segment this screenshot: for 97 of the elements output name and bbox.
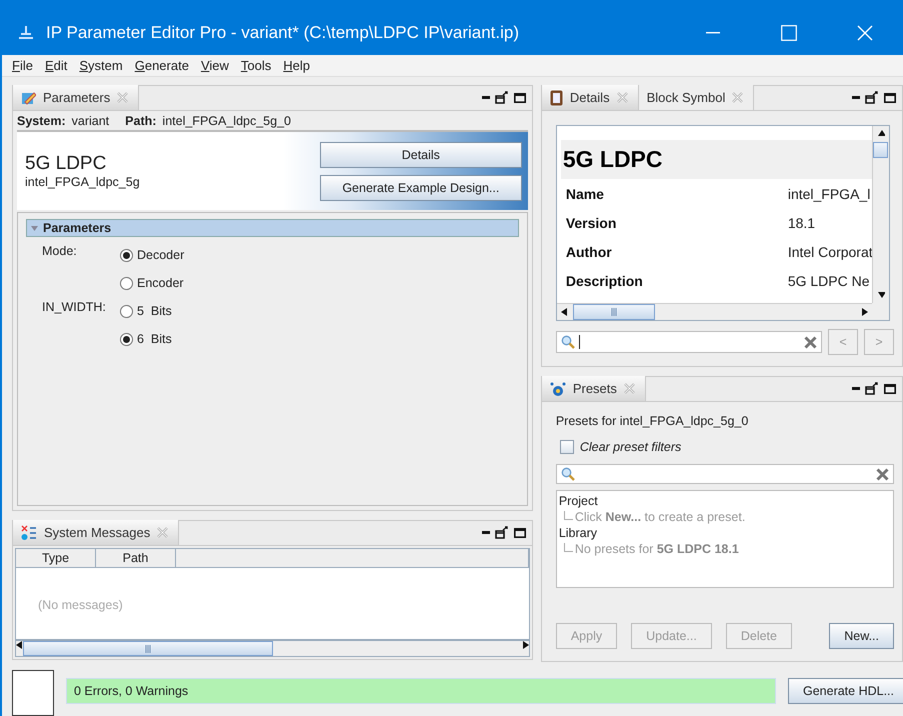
- header-button[interactable]: Details: [320, 142, 522, 168]
- menu-item[interactable]: Help: [283, 58, 310, 73]
- component-title: 5G LDPC: [25, 153, 108, 175]
- radio-option[interactable]: Decoder: [120, 241, 519, 269]
- maximize-icon[interactable]: [884, 384, 896, 394]
- vertical-scrollbar[interactable]: [872, 126, 889, 303]
- property-label: Version: [566, 214, 618, 230]
- status-text: 0 Errors, 0 Warnings: [66, 678, 776, 704]
- panel-tab[interactable]: System Messages: [13, 520, 180, 545]
- radio-button[interactable]: [120, 332, 133, 346]
- scroll-left-arrow[interactable]: [16, 641, 23, 649]
- grip-icon: [145, 644, 151, 652]
- search-field[interactable]: [556, 464, 894, 484]
- scroll-thumb[interactable]: [873, 142, 888, 158]
- header-button[interactable]: Generate Example Design...: [320, 174, 522, 200]
- pencil-icon: [21, 90, 36, 105]
- tree-connector: [562, 543, 573, 553]
- maximize-icon[interactable]: [514, 528, 526, 538]
- parameter-label: Mode:: [42, 243, 78, 260]
- checkbox[interactable]: [560, 440, 574, 454]
- property-value: 18.1: [788, 214, 816, 230]
- path-value: intel_FPGA_ldpc_5g_0: [162, 114, 291, 128]
- tree-item: Click New... to create a preset.: [574, 510, 746, 524]
- system-name: variant: [72, 114, 110, 128]
- preset-icon: [550, 380, 566, 396]
- panel-tab[interactable]: Details: [542, 85, 639, 110]
- message-list-icon: [21, 524, 37, 540]
- radio-button[interactable]: [120, 248, 133, 262]
- search-icon: [560, 335, 575, 349]
- menu-item[interactable]: Edit: [44, 58, 68, 73]
- radio-button[interactable]: [120, 276, 133, 290]
- system-label: System:: [17, 114, 66, 128]
- radio-option[interactable]: 5 Bits: [120, 297, 519, 325]
- close-icon[interactable]: [732, 92, 744, 103]
- float-icon[interactable]: [494, 91, 509, 104]
- scroll-down-arrow[interactable]: [878, 291, 884, 299]
- tree-item[interactable]: Library: [558, 525, 891, 541]
- scroll-up-arrow[interactable]: [878, 130, 884, 138]
- menu-item[interactable]: Generate: [134, 58, 189, 73]
- clear-icon[interactable]: [804, 336, 817, 348]
- panel-tab[interactable]: Presets: [542, 376, 646, 401]
- menu-item[interactable]: File: [12, 58, 33, 73]
- app-icon: [18, 26, 34, 40]
- property-label: Author: [566, 244, 613, 260]
- minimize-icon[interactable]: [482, 531, 490, 534]
- group-header[interactable]: Parameters: [26, 219, 519, 237]
- parameter-label: IN_WIDTH:: [42, 299, 107, 316]
- property-value: intel_FPGA_l: [788, 186, 872, 202]
- tree-item[interactable]: Project: [558, 493, 891, 509]
- close-icon[interactable]: [624, 383, 635, 394]
- property-label: Description: [566, 272, 644, 288]
- column-header[interactable]: Type: [16, 549, 96, 567]
- path-label: Path:: [125, 114, 156, 128]
- panel-tab[interactable]: Block Symbol: [638, 85, 754, 110]
- document-icon: [550, 90, 563, 106]
- preset-button[interactable]: New...: [829, 623, 894, 649]
- horizontal-scrollbar[interactable]: [15, 640, 530, 657]
- empty-message: (No messages): [38, 598, 123, 612]
- filter-checkbox[interactable]: Clear preset filters: [560, 440, 894, 454]
- close-icon[interactable]: [157, 527, 168, 538]
- horizontal-scrollbar[interactable]: [556, 303, 872, 320]
- grip-icon: [610, 308, 617, 316]
- scroll-left-arrow[interactable]: [561, 308, 568, 316]
- menu-item[interactable]: Tools: [240, 58, 272, 73]
- float-icon[interactable]: [494, 526, 509, 539]
- panel-tab[interactable]: Parameters: [13, 85, 140, 110]
- window-title: IP Parameter Editor Pro - variant* (C:\temp\LDPC IP\variant.ip): [46, 22, 520, 42]
- clear-icon[interactable]: [876, 468, 889, 480]
- search-icon: [560, 467, 575, 481]
- float-icon[interactable]: [865, 91, 879, 104]
- scroll-right-arrow[interactable]: [522, 641, 529, 649]
- scroll-thumb[interactable]: [23, 641, 273, 656]
- search-field[interactable]: [556, 331, 822, 353]
- float-icon[interactable]: [865, 382, 879, 395]
- radio-option[interactable]: 6 Bits: [120, 325, 519, 353]
- close-icon[interactable]: [616, 92, 628, 103]
- tree-item: No presets for 5G LDPC 18.1: [574, 542, 739, 556]
- radio-option[interactable]: Encoder: [120, 269, 519, 297]
- tree-connector: [562, 511, 573, 521]
- scroll-thumb[interactable]: [572, 304, 655, 320]
- maximize-icon[interactable]: [884, 92, 896, 102]
- expanded-icon: [31, 224, 38, 232]
- maximize-icon[interactable]: [514, 92, 526, 102]
- close-icon[interactable]: [117, 92, 128, 103]
- generate-button[interactable]: Generate HDL...: [788, 678, 903, 704]
- property-label: Name: [566, 186, 605, 202]
- menu-item[interactable]: View: [200, 58, 229, 73]
- details-heading: 5G LDPC: [560, 140, 872, 179]
- radio-button[interactable]: [120, 304, 133, 318]
- scroll-right-arrow[interactable]: [860, 308, 868, 316]
- menu-item[interactable]: System: [79, 58, 123, 73]
- status-box: [12, 670, 54, 716]
- minimize-icon[interactable]: [482, 96, 490, 99]
- component-name: intel_FPGA_ldpc_5g: [25, 175, 140, 189]
- presets-caption: Presets for intel_FPGA_ldpc_5g_0: [556, 414, 750, 430]
- property-value: 5G LDPC Ne: [788, 272, 871, 288]
- column-header[interactable]: Path: [96, 549, 176, 567]
